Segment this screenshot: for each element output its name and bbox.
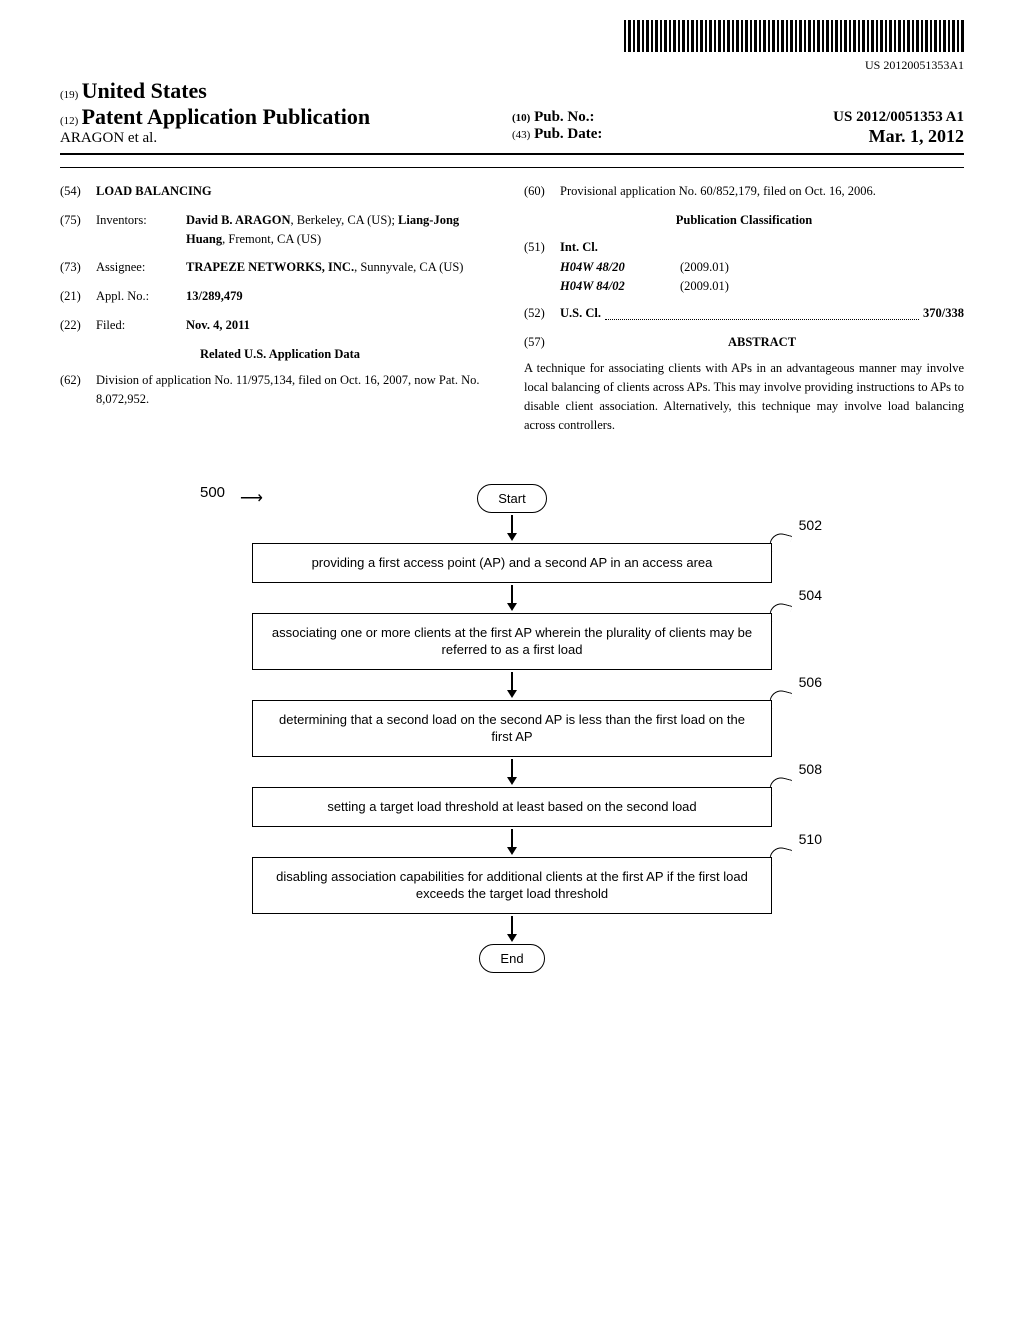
intcl-1-version: (2009.01) — [680, 258, 729, 277]
code-60: (60) — [524, 182, 560, 201]
step-number: 510 — [799, 831, 822, 847]
code-51: (51) — [524, 238, 560, 257]
code-75: (75) — [60, 211, 96, 249]
pub-date-label: Pub. Date: — [534, 126, 602, 142]
code-22: (22) — [60, 316, 96, 335]
bibliographic-columns: (54) LOAD BALANCING (75) Inventors: Davi… — [60, 182, 964, 434]
country: United States — [82, 78, 207, 103]
flowchart-step-508: 508 setting a target load threshold at l… — [252, 787, 772, 827]
code-10: (10) — [512, 112, 530, 124]
flowchart-arrow — [507, 585, 517, 611]
inventor-1-name: David B. ARAGON — [186, 213, 291, 227]
flowchart-arrow — [507, 672, 517, 698]
assignee-name: TRAPEZE NETWORKS, INC. — [186, 260, 354, 274]
classification-title: Publication Classification — [524, 211, 964, 230]
code-57: (57) — [524, 333, 560, 352]
figure-area: 500 ⟶ Start 502 providing a first access… — [60, 484, 964, 972]
intcl-2-code: H04W 84/02 — [560, 277, 680, 296]
appl-no-value: 13/289,479 — [186, 287, 500, 306]
assignee-location: , Sunnyvale, CA (US) — [354, 260, 463, 274]
inventors-value: David B. ARAGON, Berkeley, CA (US); Lian… — [186, 211, 500, 249]
assignee-value: TRAPEZE NETWORKS, INC., Sunnyvale, CA (U… — [186, 258, 500, 277]
invention-title: LOAD BALANCING — [96, 182, 212, 201]
code-52: (52) — [524, 304, 560, 323]
code-73: (73) — [60, 258, 96, 277]
provisional-text: Provisional application No. 60/852,179, … — [560, 182, 964, 201]
division-text: Division of application No. 11/975,134, … — [96, 371, 500, 409]
intcl-label: Int. Cl. — [560, 238, 598, 257]
inventor-1-location: , Berkeley, CA (US); — [291, 213, 399, 227]
code-19: (19) — [60, 89, 78, 101]
step-box: setting a target load threshold at least… — [252, 787, 772, 827]
code-12: (12) — [60, 115, 78, 127]
step-number: 508 — [799, 761, 822, 777]
barcode-graphic — [624, 20, 964, 52]
abstract-label: ABSTRACT — [560, 333, 964, 352]
inventors-label: Inventors: — [96, 211, 186, 249]
uscl-leader-dots — [605, 304, 919, 320]
code-62: (62) — [60, 371, 96, 409]
publication-header: (19) United States (12) Patent Applicati… — [60, 78, 964, 155]
flowchart-step-502: 502 providing a first access point (AP) … — [252, 543, 772, 583]
assignee-label: Assignee: — [96, 258, 186, 277]
header-divider — [60, 167, 964, 168]
author-names: ARAGON et al. — [60, 130, 512, 147]
flowchart-start: Start — [477, 484, 546, 513]
right-column: (60) Provisional application No. 60/852,… — [524, 182, 964, 434]
step-number: 506 — [799, 674, 822, 690]
flowchart-step-510: 510 disabling association capabilities f… — [252, 857, 772, 914]
figure-ref-arrow: ⟶ — [240, 488, 263, 508]
uscl-label: U.S. Cl. — [560, 304, 601, 323]
flowchart-step-504: 504 associating one or more clients at t… — [252, 613, 772, 670]
flowchart-step-506: 506 determining that a second load on th… — [252, 700, 772, 757]
step-number: 502 — [799, 517, 822, 533]
filed-label: Filed: — [96, 316, 186, 335]
abstract-text: A technique for associating clients with… — [524, 359, 964, 434]
code-54: (54) — [60, 182, 96, 201]
flowchart-end: End — [479, 944, 544, 973]
uscl-value: 370/338 — [923, 304, 964, 323]
flowchart-arrow — [507, 515, 517, 541]
flowchart-arrow — [507, 916, 517, 942]
inventor-2-location: , Fremont, CA (US) — [222, 232, 321, 246]
step-box: providing a first access point (AP) and … — [252, 543, 772, 583]
related-app-title: Related U.S. Application Data — [60, 345, 500, 364]
appl-no-label: Appl. No.: — [96, 287, 186, 306]
intcl-1-code: H04W 48/20 — [560, 258, 680, 277]
left-column: (54) LOAD BALANCING (75) Inventors: Davi… — [60, 182, 500, 434]
document-type: Patent Application Publication — [82, 104, 370, 129]
step-number: 504 — [799, 587, 822, 603]
figure-ref-number: 500 — [200, 484, 225, 501]
code-43: (43) — [512, 129, 530, 141]
flowchart-arrow — [507, 759, 517, 785]
filed-value: Nov. 4, 2011 — [186, 316, 500, 335]
pub-no-label: Pub. No.: — [534, 109, 594, 125]
flowchart-arrow — [507, 829, 517, 855]
barcode-label: US 20120051353A1 — [60, 58, 964, 73]
step-box: disabling association capabilities for a… — [252, 857, 772, 914]
barcode-area: US 20120051353A1 — [60, 20, 964, 73]
code-21: (21) — [60, 287, 96, 306]
pub-no-value: US 2012/0051353 A1 — [833, 109, 964, 126]
step-box: associating one or more clients at the f… — [252, 613, 772, 670]
pub-date-value: Mar. 1, 2012 — [869, 126, 964, 147]
step-box: determining that a second load on the se… — [252, 700, 772, 757]
intcl-2-version: (2009.01) — [680, 277, 729, 296]
flowchart: Start 502 providing a first access point… — [60, 484, 964, 972]
